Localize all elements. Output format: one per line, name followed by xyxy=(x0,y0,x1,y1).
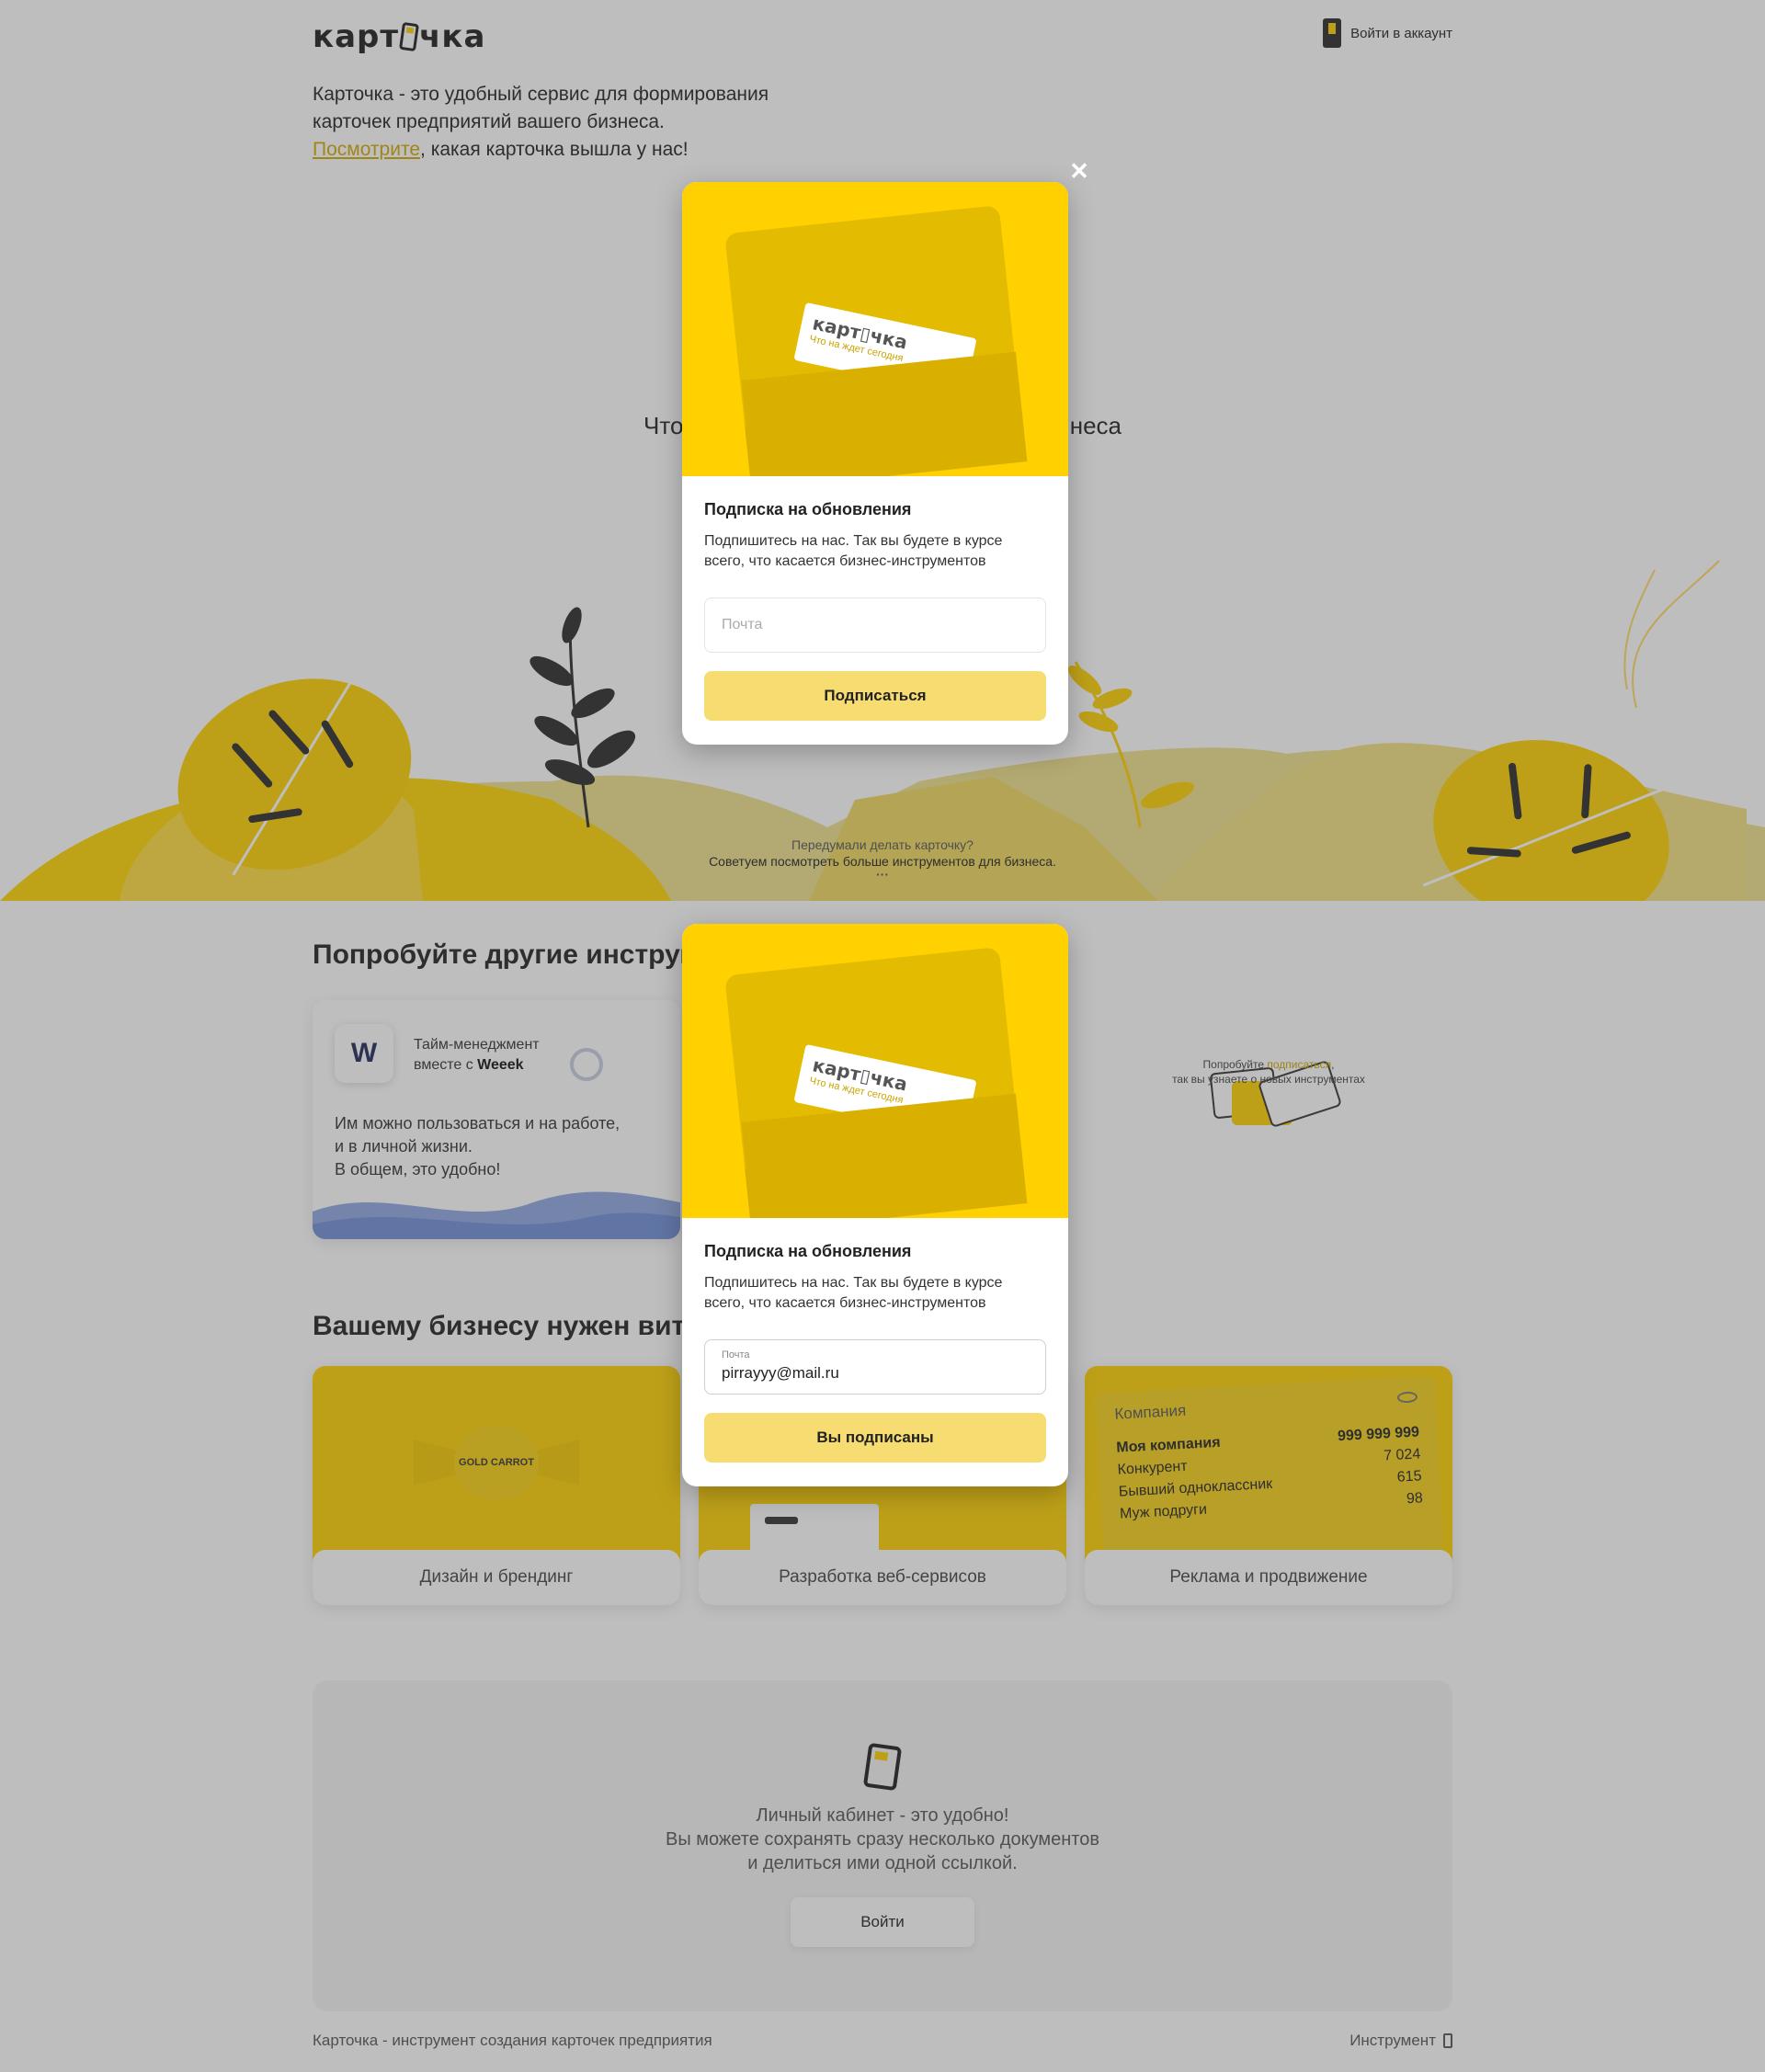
email-field[interactable]: Почта xyxy=(704,598,1046,653)
email-field-value: pirrayyy@mail.ru xyxy=(722,1364,839,1382)
close-icon[interactable]: ✕ xyxy=(1068,159,1090,183)
modal-description-line-1: Подпишитесь на нас. Так вы будете в курс… xyxy=(704,533,1003,549)
modal-description-line-2: всего, что касается бизнес-инструментов xyxy=(704,553,986,569)
subscribe-modal-filled: карт▯чка Что на ждет сегодня Подписка на… xyxy=(682,924,1068,1486)
modal-description: Подпишитесь на нас. Так вы будете в курс… xyxy=(704,1273,1046,1314)
email-placeholder: Почта xyxy=(722,617,763,632)
envelope-image: карт▯чка Что на ждет сегодня xyxy=(682,924,1068,1218)
modal-description-line-1: Подпишитесь на нас. Так вы будете в курс… xyxy=(704,1275,1003,1291)
modal-description-line-2: всего, что касается бизнес-инструментов xyxy=(704,1295,986,1311)
envelope-image: карт▯чка Что на ждет сегодня xyxy=(682,182,1068,476)
email-field[interactable]: Почта pirrayyy@mail.ru xyxy=(704,1339,1046,1395)
modal-title: Подписка на обновления xyxy=(704,1242,912,1260)
subscribe-button[interactable]: Подписаться xyxy=(704,671,1046,721)
subscribe-modal-empty: карт▯чка Что на ждет сегодня Подписка на… xyxy=(682,182,1068,745)
subscribed-button[interactable]: Вы подписаны xyxy=(704,1413,1046,1463)
email-field-label: Почта xyxy=(722,1349,750,1360)
page: карт чка Войти в аккаунт Карточка - это … xyxy=(0,0,1765,2072)
modal-title: Подписка на обновления xyxy=(704,500,912,518)
modal-description: Подпишитесь на нас. Так вы будете в курс… xyxy=(704,531,1046,572)
